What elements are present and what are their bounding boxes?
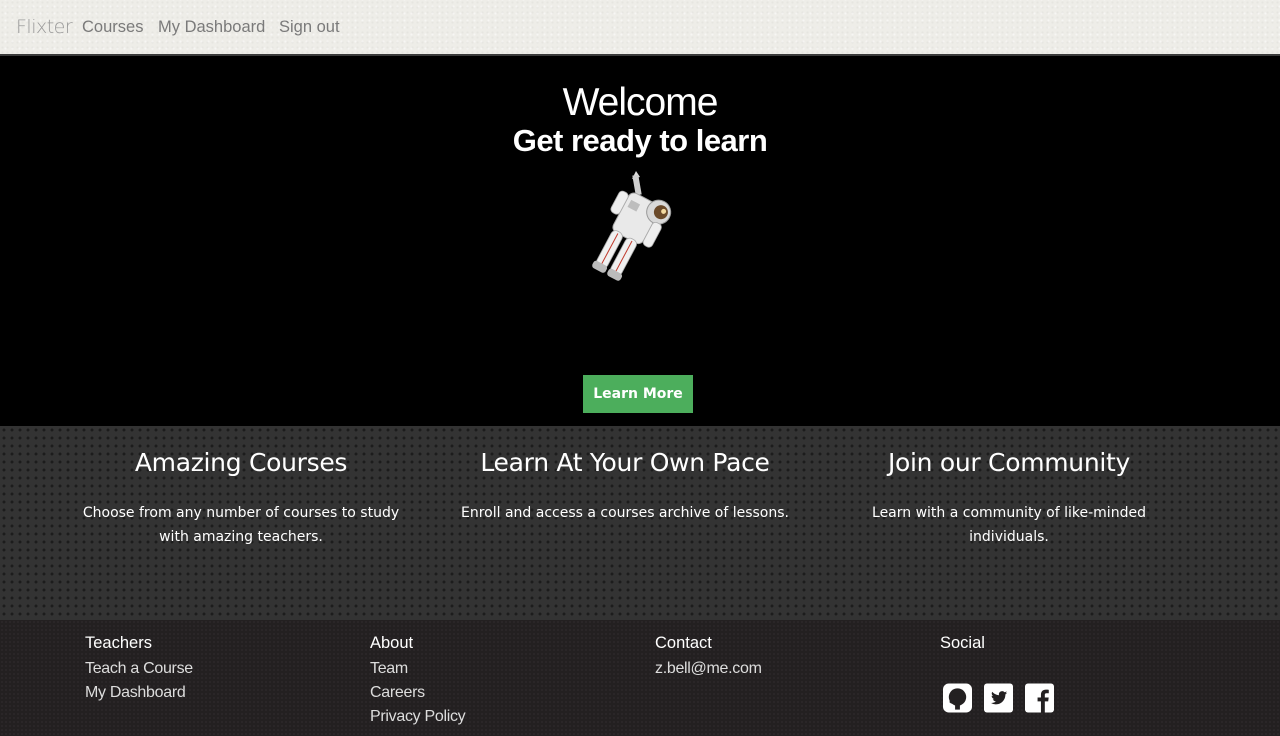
footer-link-email[interactable]: z.bell@me.com — [655, 657, 762, 681]
feature-community: Join our Community Learn with a communit… — [838, 448, 1180, 549]
footer-heading-contact: Contact — [655, 634, 712, 652]
nav-link-sign-out[interactable]: Sign out — [279, 18, 340, 37]
nav-link-my-dashboard[interactable]: My Dashboard — [158, 18, 265, 37]
nav-link-courses[interactable]: Courses — [82, 18, 143, 37]
footer-link-my-dashboard[interactable]: My Dashboard — [85, 681, 193, 705]
feature-own-pace: Learn At Your Own Pace Enroll and access… — [455, 448, 795, 525]
footer-teachers-column: Teachers Teach a Course My Dashboard — [85, 633, 193, 705]
feature-title: Join our Community — [887, 448, 1131, 477]
feature-amazing-courses: Amazing Courses Choose from any number o… — [70, 448, 412, 549]
footer-link-privacy-policy[interactable]: Privacy Policy — [370, 705, 466, 729]
github-icon[interactable] — [943, 683, 972, 713]
astronaut-image — [592, 171, 672, 281]
footer-about-column: About Team Careers Privacy Policy — [370, 633, 466, 729]
feature-text: Learn with a community of like-minded in… — [872, 505, 1146, 545]
feature-title: Amazing Courses — [134, 448, 348, 477]
footer-heading-teachers: Teachers — [85, 634, 152, 652]
feature-text: Enroll and access a courses archive of l… — [460, 505, 789, 521]
footer-heading-social: Social — [940, 634, 985, 652]
twitter-icon[interactable] — [984, 683, 1013, 713]
learn-more-button[interactable]: Learn More — [583, 375, 693, 413]
footer-heading-about: About — [370, 634, 414, 652]
footer-social-column: Social — [940, 633, 985, 657]
hero-title: Welcome — [562, 81, 719, 124]
feature-title: Learn At Your Own Pace — [480, 448, 770, 477]
brand-logo[interactable]: Flixter — [16, 16, 73, 38]
hero-subtitle: Get ready to learn — [512, 123, 768, 158]
footer-link-team[interactable]: Team — [370, 657, 465, 681]
footer-link-careers[interactable]: Careers — [370, 681, 465, 705]
social-icons — [943, 683, 1054, 713]
footer: Teachers Teach a Course My Dashboard Abo… — [0, 620, 1280, 736]
facebook-icon[interactable] — [1025, 683, 1054, 713]
footer-link-teach-a-course[interactable]: Teach a Course — [85, 657, 193, 681]
features-section: Amazing Courses Choose from any number o… — [0, 426, 1280, 620]
hero-section: Welcome Get ready to learn Learn More — [0, 57, 1280, 426]
footer-contact-column: Contact z.bell@me.com — [655, 633, 762, 681]
navbar: Flixter Courses My Dashboard Sign out — [0, 0, 1280, 56]
feature-text: Choose from any number of courses to stu… — [82, 505, 400, 545]
